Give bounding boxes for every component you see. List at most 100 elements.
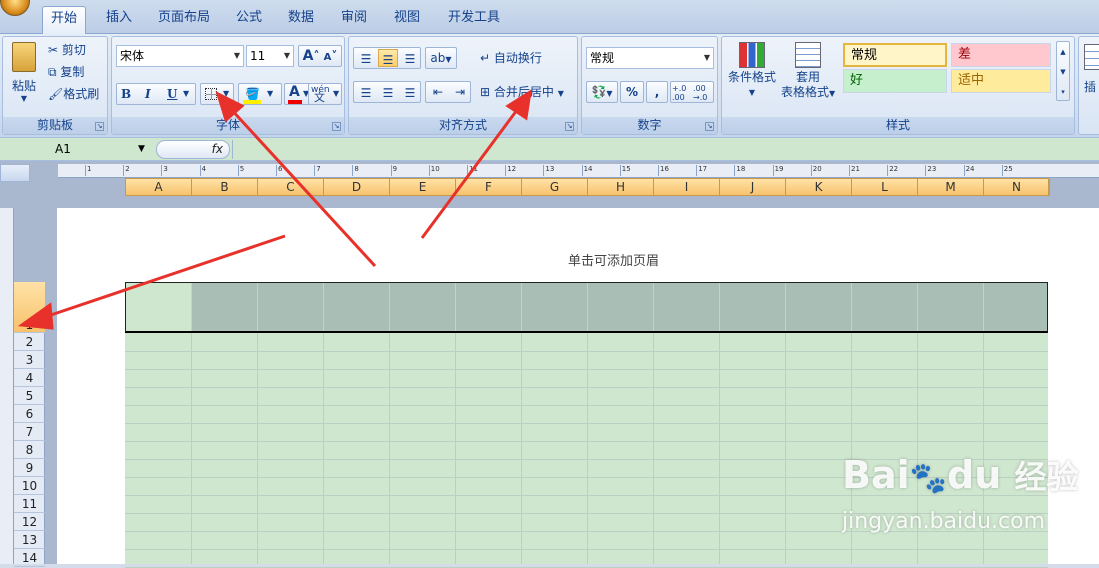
scroll-up-icon[interactable]: ▲: [1057, 42, 1069, 62]
italic-button[interactable]: I: [145, 84, 151, 104]
style-bad[interactable]: 差: [951, 43, 1051, 67]
office-button[interactable]: [0, 0, 30, 16]
row-header-5[interactable]: 5: [14, 387, 45, 405]
decrease-indent-icon[interactable]: ⇤: [428, 82, 448, 102]
row-header-11[interactable]: 11: [14, 495, 45, 513]
alignment-launcher-icon[interactable]: ↘: [565, 122, 574, 131]
column-header-k[interactable]: K: [786, 179, 852, 196]
insert-function-button[interactable]: fx: [156, 140, 230, 159]
ruler-tick-label: 3: [161, 165, 168, 176]
tab-insert[interactable]: 插入: [98, 6, 140, 33]
borders-button[interactable]: ▼: [200, 83, 234, 105]
font-size-select[interactable]: 11 ▼: [246, 45, 294, 67]
row-header-9[interactable]: 9: [14, 459, 45, 477]
select-all-corner[interactable]: [0, 164, 30, 182]
currency-button[interactable]: 💱▼: [586, 81, 618, 103]
bold-button[interactable]: B: [121, 84, 131, 104]
column-header-n[interactable]: N: [984, 179, 1050, 196]
number-format-select[interactable]: 常规 ▼: [586, 47, 714, 69]
text-orientation-icon: ab: [430, 51, 446, 65]
wrap-text-button[interactable]: ↵ 自动换行: [479, 47, 547, 69]
underline-button[interactable]: U: [167, 84, 177, 104]
decrease-decimal-icon[interactable]: .00 →.0: [693, 84, 707, 102]
tab-developer[interactable]: 开发工具: [440, 6, 508, 33]
tab-data[interactable]: 数据: [280, 6, 322, 33]
tab-view[interactable]: 视图: [386, 6, 428, 33]
font-group: 宋体 ▼ 11 ▼ A˄ A˅ B I U ▼ ▼ 🪣 ▼ A ▼ wén 文 ▼ 字体…: [111, 36, 345, 135]
column-header-g[interactable]: G: [522, 179, 588, 196]
copy-button[interactable]: ⧉ 复制: [47, 61, 89, 81]
column-header-j[interactable]: J: [720, 179, 786, 196]
column-header-f[interactable]: F: [456, 179, 522, 196]
cut-button[interactable]: ✂ 剪切: [47, 39, 91, 59]
insert-cells-button[interactable]: 插: [1083, 41, 1099, 111]
font-grow-shrink-buttons[interactable]: A˄ A˅: [298, 45, 342, 67]
column-header-c[interactable]: C: [258, 179, 324, 196]
selected-row-1[interactable]: [125, 282, 1048, 333]
align-middle-icon[interactable]: ☰: [378, 49, 398, 67]
column-header-d[interactable]: D: [324, 179, 390, 196]
align-top-icon[interactable]: ☰: [356, 49, 376, 67]
paste-button[interactable]: 粘贴 ▼: [6, 39, 42, 113]
row1-column-line: [323, 283, 324, 331]
row-header-12[interactable]: 12: [14, 513, 45, 531]
row-header-2[interactable]: 2: [14, 333, 45, 351]
ruler-tick-label: 21: [849, 165, 860, 176]
row-header-6[interactable]: 6: [14, 405, 45, 423]
tab-page-layout[interactable]: 页面布局: [150, 6, 218, 33]
format-painter-button[interactable]: 🖌格式刷: [47, 83, 104, 103]
font-name-select[interactable]: 宋体 ▼: [116, 45, 244, 67]
page-header-placeholder[interactable]: 单击可添加页眉: [568, 250, 659, 269]
align-left-icon[interactable]: ☰: [356, 83, 376, 103]
phonetic-button[interactable]: wén 文 ▼: [308, 83, 342, 105]
column-header-m[interactable]: M: [918, 179, 984, 196]
percent-button[interactable]: %: [620, 81, 644, 103]
row-header-1[interactable]: 1: [14, 282, 45, 333]
align-bottom-icon[interactable]: ☰: [400, 49, 420, 67]
tab-formulas[interactable]: 公式: [228, 6, 270, 33]
wrap-text-icon: ↵: [480, 51, 491, 65]
column-header-h[interactable]: H: [588, 179, 654, 196]
row-header-13[interactable]: 13: [14, 531, 45, 549]
clipboard-launcher-icon[interactable]: ↘: [95, 122, 104, 131]
ruler-tick-label: 11: [467, 165, 478, 176]
style-neutral[interactable]: 适中: [951, 69, 1051, 93]
column-header-i[interactable]: I: [654, 179, 720, 196]
cell-a1[interactable]: [126, 283, 192, 331]
row-header-4[interactable]: 4: [14, 369, 45, 387]
tab-home[interactable]: 开始: [42, 6, 87, 34]
font-launcher-icon[interactable]: ↘: [332, 122, 341, 131]
row-header-7[interactable]: 7: [14, 423, 45, 441]
column-header-l[interactable]: L: [852, 179, 918, 196]
column-header-a[interactable]: A: [126, 179, 192, 196]
brush-icon: 🖌: [48, 87, 64, 101]
number-launcher-icon[interactable]: ↘: [705, 122, 714, 131]
format-as-table-button[interactable]: 套用 表格格式▼: [780, 39, 836, 113]
style-normal[interactable]: 常规: [843, 43, 947, 67]
styles-scroll[interactable]: ▲ ▼ ▾: [1056, 41, 1070, 101]
column-header-e[interactable]: E: [390, 179, 456, 196]
row-header-14[interactable]: 14: [14, 549, 45, 567]
chevron-down-icon[interactable]: ▼: [138, 140, 145, 159]
row-header-3[interactable]: 3: [14, 351, 45, 369]
fill-color-button[interactable]: 🪣 ▼: [238, 83, 282, 105]
align-right-icon[interactable]: ☰: [400, 83, 420, 103]
formula-input[interactable]: [232, 140, 1098, 159]
increase-indent-icon[interactable]: ⇥: [450, 82, 470, 102]
name-box[interactable]: A1 ▼: [0, 140, 150, 159]
conditional-format-button[interactable]: 条件格式 ▼: [724, 39, 780, 113]
increase-decimal-icon[interactable]: +.0.00: [672, 84, 686, 102]
row-header-10[interactable]: 10: [14, 477, 45, 495]
merge-center-button[interactable]: ⊞ 合并后居中 ▼: [479, 81, 569, 103]
style-good[interactable]: 好: [843, 69, 947, 93]
grow-font-icon[interactable]: A: [303, 48, 314, 64]
tab-review[interactable]: 审阅: [333, 6, 375, 33]
shrink-font-icon[interactable]: A: [324, 52, 332, 63]
column-header-b[interactable]: B: [192, 179, 258, 196]
orientation-button[interactable]: ab▼: [425, 47, 457, 69]
comma-button[interactable]: ,: [646, 81, 668, 103]
row-header-8[interactable]: 8: [14, 441, 45, 459]
more-styles-icon[interactable]: ▾: [1057, 82, 1069, 102]
align-center-icon[interactable]: ☰: [378, 83, 398, 103]
scroll-down-icon[interactable]: ▼: [1057, 62, 1069, 82]
